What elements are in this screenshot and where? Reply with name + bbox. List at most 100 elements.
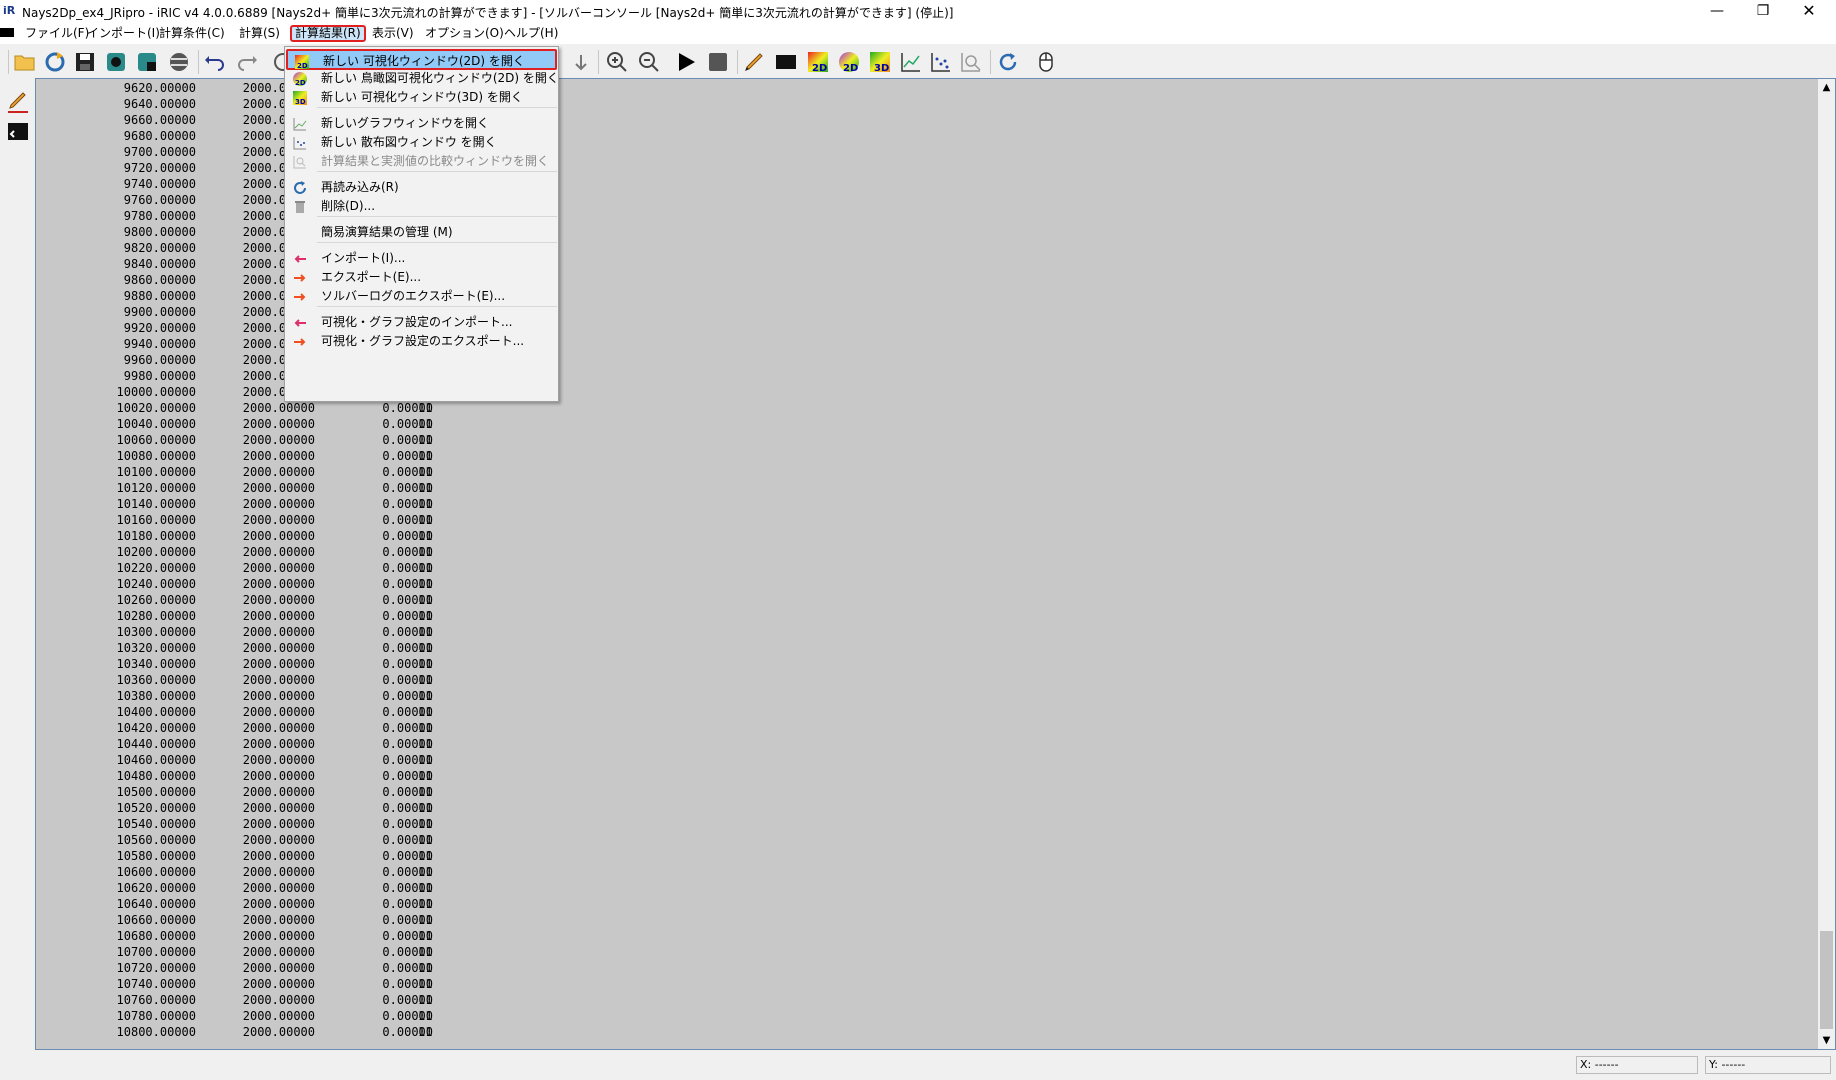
- console-row: 10640.00000 2000.00000 0.00000 11: [36, 896, 1796, 912]
- console-cell: 2000.00000: [242, 545, 315, 559]
- results-menu-item[interactable]: エクスポート(E)...: [286, 267, 557, 288]
- svg-text:2D: 2D: [812, 63, 827, 74]
- results-menu-item-label: 可視化・グラフ設定のエクスポート...: [321, 334, 525, 348]
- console-cell: 2000.00000: [242, 977, 315, 991]
- console-cell: 11: [418, 417, 433, 431]
- results-menu-item[interactable]: 可視化・グラフ設定のエクスポート...: [286, 331, 557, 352]
- visualization-3d-icon[interactable]: 3D: [867, 49, 893, 75]
- results-menu-item[interactable]: 簡易演算結果の管理 (M): [286, 222, 557, 243]
- zoom-in-icon[interactable]: [604, 49, 630, 75]
- console-cell: 10220.00000: [116, 561, 196, 575]
- console-cell: 11: [418, 769, 433, 783]
- edit-pencil-icon[interactable]: [6, 90, 30, 114]
- save-icon[interactable]: [72, 49, 98, 75]
- console-cell: 10520.00000: [116, 801, 196, 815]
- menu-view[interactable]: 表示(V): [369, 25, 417, 42]
- console-window-icon[interactable]: [773, 49, 799, 75]
- console-row: 10160.00000 2000.00000 0.00000 11: [36, 512, 1796, 528]
- continuous-snapshot-icon[interactable]: [134, 49, 160, 75]
- console-row: 10300.00000 2000.00000 0.00000 11: [36, 624, 1796, 640]
- console-cell: 2000.00000: [242, 945, 315, 959]
- console-cell: 10320.00000: [116, 641, 196, 655]
- restore-button[interactable]: ❐: [1740, 0, 1786, 22]
- console-row: 10260.00000 2000.00000 0.00000 11: [36, 592, 1796, 608]
- results-menu-item-label: 新しい 鳥瞰図可視化ウィンドウ(2D) を開く: [321, 71, 559, 85]
- zoom-out-icon[interactable]: [636, 49, 662, 75]
- birdseye-visualization-2d-icon[interactable]: 2D: [836, 49, 862, 75]
- globe-icon[interactable]: [166, 49, 192, 75]
- menu-import[interactable]: インポート(I): [84, 25, 163, 42]
- graph-window-icon[interactable]: [898, 49, 924, 75]
- console-row: 10080.00000 2000.00000 0.00000 11: [36, 448, 1796, 464]
- scatter-chart-icon[interactable]: [928, 49, 954, 75]
- console-cell: 11: [418, 801, 433, 815]
- visualization-2d-icon[interactable]: 2D: [805, 49, 831, 75]
- console-cell: 11: [418, 833, 433, 847]
- snapshot-icon[interactable]: [103, 49, 129, 75]
- results-menu-item-label: 新しい 可視化ウィンドウ(3D) を開く: [321, 90, 523, 104]
- results-menu-item[interactable]: 再読み込み(R): [286, 177, 557, 198]
- mouse-icon[interactable]: [1033, 49, 1059, 75]
- console-cell: 9820.00000: [123, 241, 196, 255]
- results-menu-item[interactable]: ソルバーログのエクスポート(E)...: [286, 286, 557, 307]
- vertical-scrollbar[interactable]: ▲ ▼: [1818, 79, 1835, 1049]
- stop-icon[interactable]: [705, 49, 731, 75]
- console-cell: 10480.00000: [116, 769, 196, 783]
- scroll-thumb[interactable]: [1820, 931, 1833, 1029]
- console-row: 10360.00000 2000.00000 0.00000 11: [36, 672, 1796, 688]
- menu-calculation-results[interactable]: 計算結果(R): [290, 25, 366, 42]
- console-cell: 2000.00000: [242, 929, 315, 943]
- results-menu-item-label: 新しいグラフウィンドウを開く: [321, 116, 490, 130]
- minimize-button[interactable]: —: [1694, 0, 1740, 22]
- results-menu-item[interactable]: 2D 新しい 可視化ウィンドウ(2D) を開く: [286, 49, 557, 70]
- console-cell: 10080.00000: [116, 449, 196, 463]
- arrow-down-icon[interactable]: [568, 49, 594, 75]
- results-menu-item[interactable]: インポート(I)...: [286, 248, 557, 269]
- pencil-icon[interactable]: [741, 49, 767, 75]
- console-cell: 9960.00000: [123, 353, 196, 367]
- console-row: 10620.00000 2000.00000 0.00000 11: [36, 880, 1796, 896]
- console-cell: 2000.00000: [242, 529, 315, 543]
- console-cell: 2000.00000: [242, 657, 315, 671]
- compare-measured-icon[interactable]: [958, 49, 984, 75]
- results-menu-item[interactable]: 新しいグラフウィンドウを開く: [286, 113, 557, 134]
- console-cell: 11: [418, 961, 433, 975]
- results-menu-item[interactable]: 削除(D)...: [286, 196, 557, 217]
- results-menu-item[interactable]: 3D 新しい 可視化ウィンドウ(3D) を開く: [286, 87, 557, 108]
- menu-file[interactable]: ファイル(F): [22, 25, 92, 42]
- menu-bar: ファイル(F) インポート(I) 計算条件(C) 計算(S) 計算結果(R) 表…: [0, 22, 1836, 60]
- console-cell: 10260.00000: [116, 593, 196, 607]
- console-cell: 9620.00000: [123, 81, 196, 95]
- console-cell: 10140.00000: [116, 497, 196, 511]
- redo-icon[interactable]: [234, 49, 260, 75]
- results-menu-item[interactable]: 新しい 散布図ウィンドウ を開く: [286, 132, 557, 153]
- reload-icon[interactable]: [995, 49, 1021, 75]
- scroll-up-arrow-icon[interactable]: ▲: [1818, 79, 1835, 96]
- menu-calculation-condition[interactable]: 計算条件(C): [156, 25, 228, 42]
- mdi-system-menu-icon[interactable]: [0, 28, 14, 37]
- menu-calculation[interactable]: 計算(S): [236, 25, 283, 42]
- results-menu-item: 計算結果と実測値の比較ウィンドウを開く: [286, 151, 557, 172]
- results-menu-item[interactable]: 可視化・グラフ設定のインポート...: [286, 312, 557, 333]
- graph-icon: [292, 116, 308, 132]
- scroll-down-arrow-icon[interactable]: ▼: [1818, 1032, 1835, 1049]
- menu-option[interactable]: オプション(O): [422, 25, 507, 42]
- console-cell: 10780.00000: [116, 1009, 196, 1023]
- console-dock-icon[interactable]: [6, 120, 30, 144]
- close-button[interactable]: ✕: [1786, 0, 1832, 22]
- console-row: 10140.00000 2000.00000 0.00000 11: [36, 496, 1796, 512]
- menu-help[interactable]: ヘルプ(H): [501, 25, 561, 42]
- console-cell: 2000.00000: [242, 993, 315, 1007]
- console-cell: 9740.00000: [123, 177, 196, 191]
- refresh-project-icon[interactable]: [42, 49, 68, 75]
- open-folder-icon[interactable]: [12, 49, 38, 75]
- console-cell: 2000.00000: [242, 673, 315, 687]
- console-row: 10020.00000 2000.00000 0.00000 11: [36, 400, 1796, 416]
- run-icon[interactable]: [673, 49, 699, 75]
- console-row: 10040.00000 2000.00000 0.00000 11: [36, 416, 1796, 432]
- console-cell: 2000.00000: [242, 609, 315, 623]
- console-cell: 9860.00000: [123, 273, 196, 287]
- toolbar-separator: [198, 50, 199, 74]
- undo-icon[interactable]: [202, 49, 228, 75]
- results-menu-item[interactable]: 2D 新しい 鳥瞰図可視化ウィンドウ(2D) を開く: [286, 68, 559, 89]
